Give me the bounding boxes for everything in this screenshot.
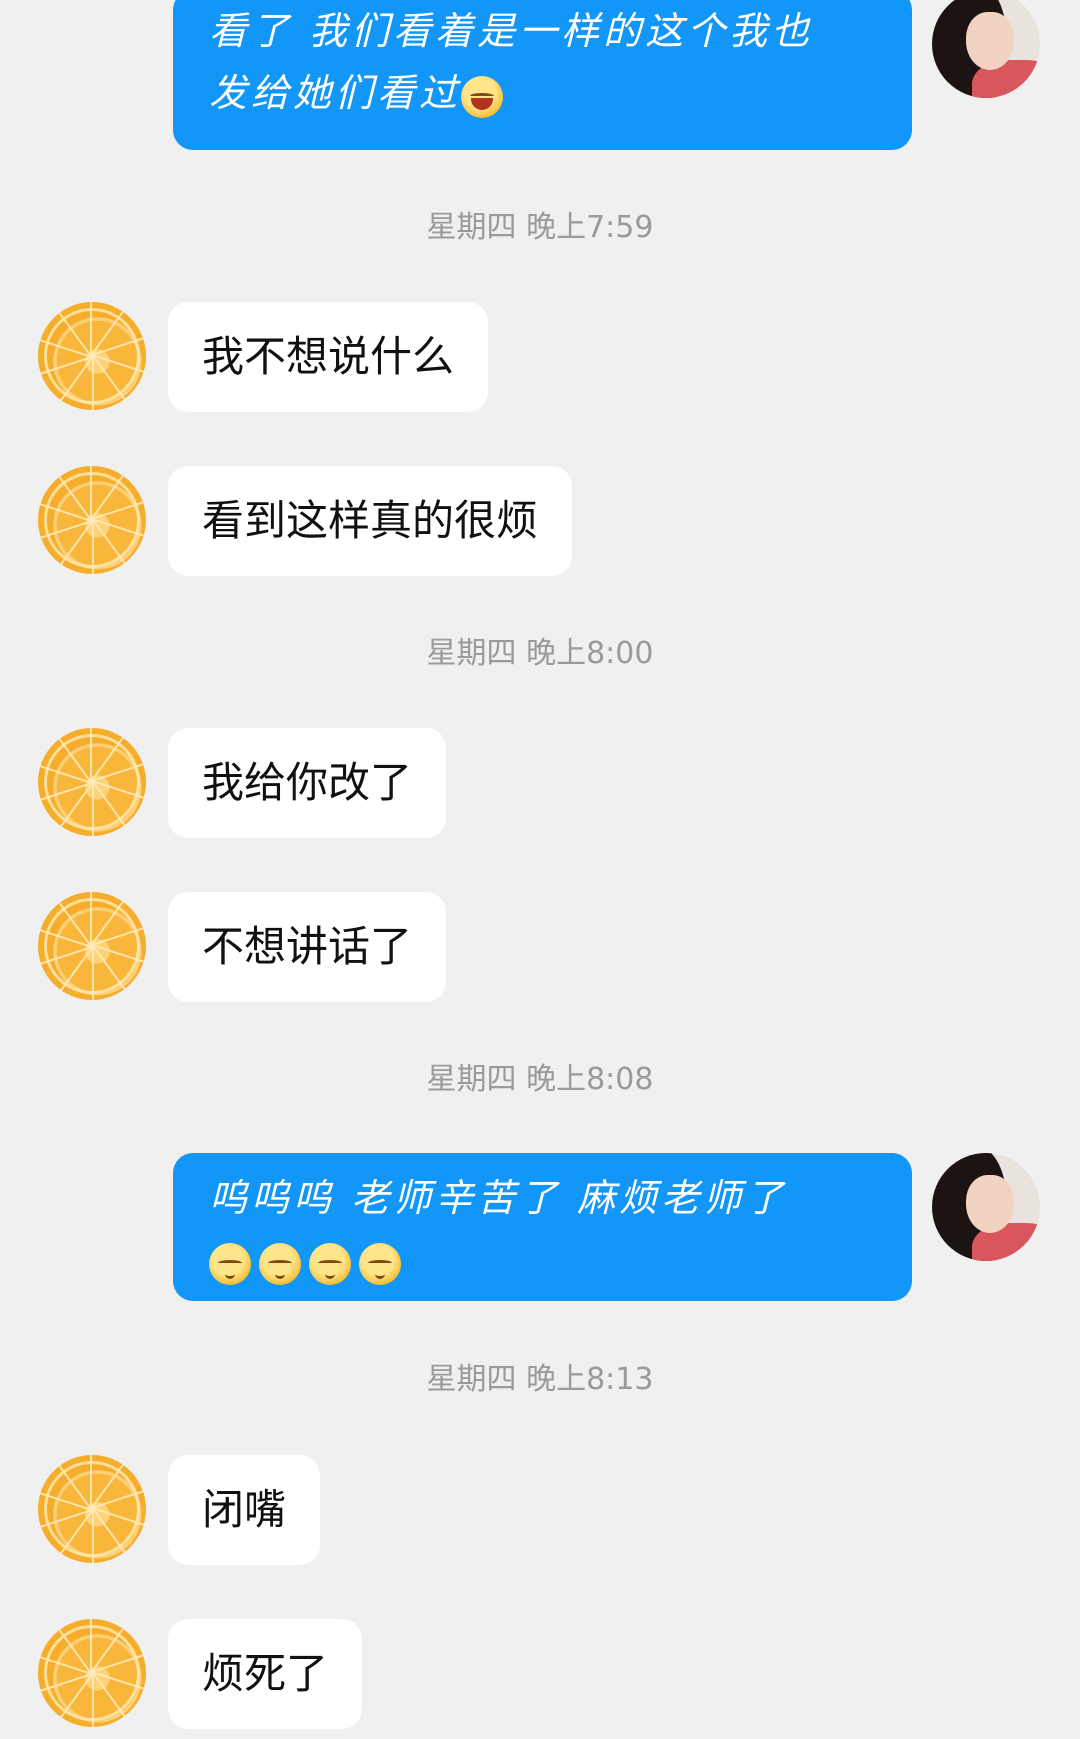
self-avatar[interactable] — [932, 0, 1040, 98]
message-text: 烦死了 — [202, 1649, 329, 1698]
message-text: 看到这样真的很烦 — [202, 496, 539, 545]
orange-segment-line — [92, 356, 94, 410]
laughing-emoji-icon — [461, 75, 504, 118]
contact-avatar[interactable] — [38, 1455, 146, 1563]
message-timestamp: 星期四 晚上8:00 — [426, 636, 654, 671]
message-timestamp: 星期四 晚上7:59 — [426, 210, 654, 245]
orange-segment-line — [90, 1619, 92, 1673]
incoming-message-bubble[interactable]: 不想讲话了 — [168, 892, 447, 1002]
message-text-fragment: 发给她们看过 — [209, 71, 462, 115]
chat-message-list[interactable]: 看了 我们看着是一样的这个我也 发给她们看过 星期四 晚上7:59 我不想说什么… — [0, 0, 1080, 1739]
contact-avatar[interactable] — [38, 892, 146, 1000]
message-timestamp: 星期四 晚上8:08 — [426, 1062, 654, 1097]
message-text-line: 呜呜呜 老师辛苦了 麻烦老师了 — [209, 1176, 788, 1220]
orange-segment-line — [92, 1673, 94, 1727]
avatar-face — [966, 1175, 1014, 1233]
orange-segment-line — [90, 1455, 92, 1509]
message-text: 我给你改了 — [202, 758, 413, 807]
emoji-row — [209, 1229, 876, 1291]
message-timestamp: 星期四 晚上8:13 — [426, 1362, 654, 1397]
sad-emoji-icon — [209, 1242, 251, 1285]
incoming-message-bubble[interactable]: 烦死了 — [168, 1619, 363, 1729]
message-text: 不想讲话了 — [202, 922, 413, 971]
sad-emoji-icon — [359, 1242, 401, 1285]
orange-segment-line — [92, 782, 94, 836]
message-text-line: 发给她们看过 — [209, 62, 876, 124]
orange-segment-line — [90, 302, 92, 356]
orange-segment-line — [90, 466, 92, 520]
incoming-message-bubble[interactable]: 我不想说什么 — [168, 302, 489, 412]
message-text-line: 看了 我们看着是一样的这个我也 — [209, 9, 814, 53]
orange-segment-line — [90, 892, 92, 946]
contact-avatar[interactable] — [38, 466, 146, 574]
message-text: 闭嘴 — [202, 1485, 287, 1534]
orange-segment-line — [92, 1509, 94, 1563]
incoming-message-bubble[interactable]: 我给你改了 — [168, 728, 447, 838]
contact-avatar[interactable] — [38, 302, 146, 410]
contact-avatar[interactable] — [38, 1619, 146, 1727]
avatar-face — [966, 12, 1014, 70]
orange-segment-line — [90, 728, 92, 782]
sad-emoji-icon — [259, 1242, 301, 1285]
incoming-message-bubble[interactable]: 看到这样真的很烦 — [168, 466, 573, 576]
self-avatar[interactable] — [932, 1153, 1040, 1261]
orange-segment-line — [92, 946, 94, 1000]
incoming-message-bubble[interactable]: 闭嘴 — [168, 1455, 321, 1565]
contact-avatar[interactable] — [38, 728, 146, 836]
outgoing-message-bubble[interactable]: 呜呜呜 老师辛苦了 麻烦老师了 — [173, 1153, 912, 1301]
outgoing-message-bubble[interactable]: 看了 我们看着是一样的这个我也 发给她们看过 — [173, 0, 912, 150]
sad-emoji-icon — [309, 1242, 351, 1285]
message-text: 我不想说什么 — [202, 332, 455, 381]
orange-segment-line — [92, 520, 94, 574]
